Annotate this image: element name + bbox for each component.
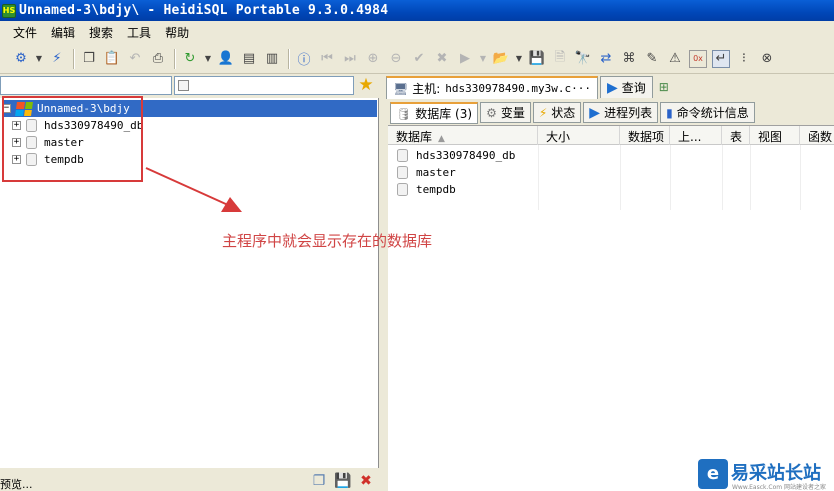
- watermark-logo-icon: e: [698, 458, 728, 489]
- watermark-text: 易采站长站: [731, 462, 821, 484]
- watermark-subtext: Www.Easck.Com 网站建设者之家: [732, 484, 826, 491]
- annotation-text: 主程序中就会显示存在的数据库: [222, 232, 433, 250]
- watermark: e 易采站长站 Www.Easck.Com 网站建设者之家: [698, 456, 834, 491]
